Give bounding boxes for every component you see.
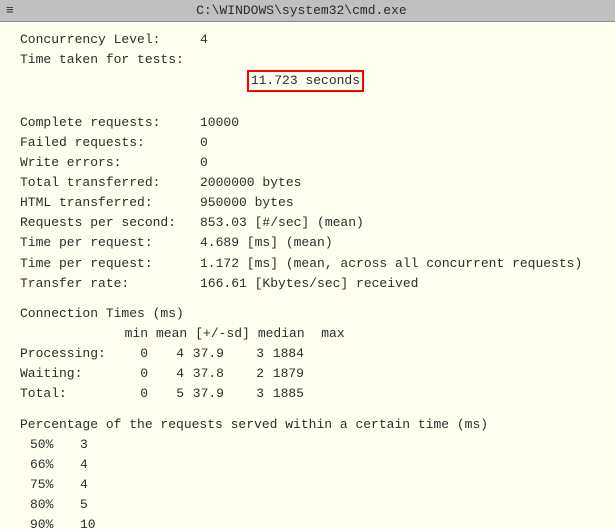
terminal-content: Concurrency Level: 4 Time taken for test…: [0, 22, 615, 529]
conn-header-row: min mean [+/-sd] median max: [20, 324, 595, 344]
total-transferred-label: Total transferred:: [20, 173, 200, 193]
total-transferred-value: 2000000 bytes: [200, 173, 595, 193]
failed-req-label: Failed requests:: [20, 133, 200, 153]
req-per-sec-value: 853.03 [#/sec] (mean): [200, 213, 595, 233]
write-errors-row: Write errors: 0: [20, 153, 595, 173]
pct-list-item: 90%10: [20, 515, 595, 529]
pct-section-header: Percentage of the requests served within…: [20, 415, 595, 435]
html-transferred-row: HTML transferred: 950000 bytes: [20, 193, 595, 213]
complete-req-label: Complete requests:: [20, 113, 200, 133]
conn-times-header: Connection Times (ms): [20, 304, 595, 324]
pct-list-item: 80%5: [20, 495, 595, 515]
concurrency-row: Concurrency Level: 4: [20, 30, 595, 50]
write-errors-value: 0: [200, 153, 595, 173]
time-per-req-row: Time per request: 4.689 [ms] (mean): [20, 233, 595, 253]
pct-section-label: Percentage of the requests served within…: [20, 415, 488, 435]
time-per-req-all-row: Time per request: 1.172 [ms] (mean, acro…: [20, 254, 595, 274]
time-per-req-all-label: Time per request:: [20, 254, 200, 274]
time-per-req-value: 4.689 [ms] (mean): [200, 233, 595, 253]
title-bar: ≡ C:\WINDOWS\system32\cmd.exe: [0, 0, 615, 22]
req-per-sec-label: Requests per second:: [20, 213, 200, 233]
concurrency-value: 4: [200, 30, 595, 50]
pct-list-item: 50%3: [20, 435, 595, 455]
transfer-rate-row: Transfer rate: 166.61 [Kbytes/sec] recei…: [20, 274, 595, 294]
failed-req-row: Failed requests: 0: [20, 133, 595, 153]
conn-waiting-row: Waiting: 0 4 37.8 2 1879: [20, 364, 595, 384]
time-taken-label: Time taken for tests:: [20, 50, 200, 112]
time-taken-row: Time taken for tests: 11.723 seconds: [20, 50, 595, 112]
time-per-req-label: Time per request:: [20, 233, 200, 253]
menu-icon[interactable]: ≡: [6, 3, 14, 18]
transfer-rate-value: 166.61 [Kbytes/sec] received: [200, 274, 595, 294]
conn-processing-row: Processing: 0 4 37.9 3 1884: [20, 344, 595, 364]
pct-rows: 50%366%475%480%590%1095%1098%13: [20, 435, 595, 529]
complete-req-row: Complete requests: 10000: [20, 113, 595, 133]
pct-list-item: 75%4: [20, 475, 595, 495]
html-transferred-value: 950000 bytes: [200, 193, 595, 213]
transfer-rate-label: Transfer rate:: [20, 274, 200, 294]
time-per-req-all-value: 1.172 [ms] (mean, across all concurrent …: [200, 254, 595, 274]
write-errors-label: Write errors:: [20, 153, 200, 173]
html-transferred-label: HTML transferred:: [20, 193, 200, 213]
concurrency-label: Concurrency Level:: [20, 30, 200, 50]
pct-list-item: 66%4: [20, 455, 595, 475]
window-title: C:\WINDOWS\system32\cmd.exe: [196, 3, 407, 18]
failed-req-value: 0: [200, 133, 595, 153]
conn-times-label: Connection Times (ms): [20, 304, 184, 324]
total-transferred-row: Total transferred: 2000000 bytes: [20, 173, 595, 193]
time-taken-highlighted: 11.723 seconds: [247, 70, 364, 92]
req-per-sec-row: Requests per second: 853.03 [#/sec] (mea…: [20, 213, 595, 233]
time-taken-value: 11.723 seconds: [200, 50, 595, 112]
complete-req-value: 10000: [200, 113, 595, 133]
conn-total-row: Total: 0 5 37.9 3 1885: [20, 384, 595, 404]
